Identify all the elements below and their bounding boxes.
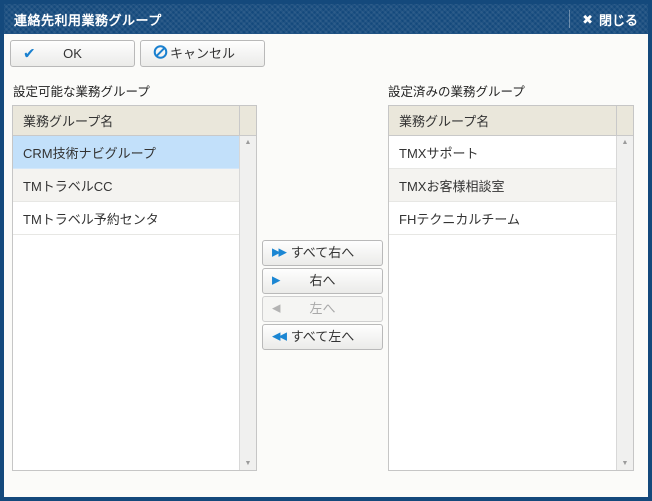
list-item[interactable]: TMXサポート xyxy=(389,136,616,169)
close-button[interactable]: ✖ 閉じる xyxy=(569,10,638,29)
transfer-button-stack: ▶▶ すべて右へ ▶ 右へ ◀ 左へ ◀◀ すべて左へ xyxy=(262,240,383,350)
scroll-up-icon[interactable]: ▲ xyxy=(245,139,252,146)
header-corner-cell xyxy=(239,106,256,135)
assigned-list-header: 業務グループ名 xyxy=(389,106,633,136)
assigned-list-label: 設定済みの業務グループ xyxy=(388,81,525,100)
double-left-arrow-icon: ◀◀ xyxy=(272,332,285,343)
cancel-button[interactable]: キャンセル xyxy=(140,40,265,67)
assigned-scrollbar[interactable]: ▲ ▼ xyxy=(616,136,633,470)
list-item[interactable]: TMトラベルCC xyxy=(13,169,239,202)
close-button-label: 閉じる xyxy=(599,10,638,29)
column-header-group-name[interactable]: 業務グループ名 xyxy=(389,106,616,135)
titlebar-divider xyxy=(569,10,570,28)
assigned-list-body: TMXサポートTMXお客様相談室FHテクニカルチーム xyxy=(389,136,616,470)
close-icon: ✖ xyxy=(582,13,593,26)
scroll-down-icon[interactable]: ▼ xyxy=(622,460,629,467)
check-icon: ✔ xyxy=(23,46,36,61)
scroll-down-icon[interactable]: ▼ xyxy=(245,460,252,467)
available-scrollbar[interactable]: ▲ ▼ xyxy=(239,136,256,470)
dialog-title: 連絡先利用業務グループ xyxy=(14,10,162,29)
available-list-header: 業務グループ名 xyxy=(13,106,256,136)
column-header-group-name[interactable]: 業務グループ名 xyxy=(13,106,239,135)
list-item[interactable]: TMトラベル予約センタ xyxy=(13,202,239,235)
move-left-label: 左へ xyxy=(263,297,382,321)
header-corner-cell xyxy=(616,106,633,135)
move-all-left-button[interactable]: ◀◀ すべて左へ xyxy=(262,324,383,350)
left-arrow-icon: ◀ xyxy=(272,304,278,315)
ok-button[interactable]: ✔ OK xyxy=(10,40,135,67)
move-all-right-button[interactable]: ▶▶ すべて右へ xyxy=(262,240,383,266)
business-group-dialog: 連絡先利用業務グループ ✖ 閉じる ✔ OK キャンセル 設定可能な業務グループ… xyxy=(0,0,652,501)
list-item[interactable]: TMXお客様相談室 xyxy=(389,169,616,202)
dialog-titlebar: 連絡先利用業務グループ ✖ 閉じる xyxy=(4,4,648,34)
cancel-icon xyxy=(153,44,168,63)
scroll-up-icon[interactable]: ▲ xyxy=(622,139,629,146)
available-list-label: 設定可能な業務グループ xyxy=(13,81,150,100)
available-list: 業務グループ名 CRM技術ナビグループTMトラベルCCTMトラベル予約センタ ▲… xyxy=(12,105,257,471)
move-right-button[interactable]: ▶ 右へ xyxy=(262,268,383,294)
move-left-button: ◀ 左へ xyxy=(262,296,383,322)
list-item[interactable]: CRM技術ナビグループ xyxy=(13,136,239,169)
available-list-body: CRM技術ナビグループTMトラベルCCTMトラベル予約センタ xyxy=(13,136,239,470)
double-right-arrow-icon: ▶▶ xyxy=(272,248,285,259)
move-right-label: 右へ xyxy=(263,269,382,293)
list-item[interactable]: FHテクニカルチーム xyxy=(389,202,616,235)
right-arrow-icon: ▶ xyxy=(272,276,278,287)
assigned-list: 業務グループ名 TMXサポートTMXお客様相談室FHテクニカルチーム ▲ ▼ xyxy=(388,105,634,471)
